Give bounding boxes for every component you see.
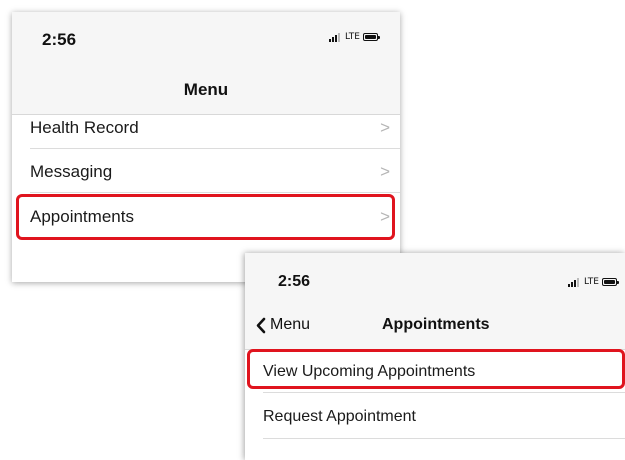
nav-bar: Menu Appointments — [245, 303, 625, 350]
highlight-box-view-upcoming — [247, 349, 625, 389]
battery-icon — [602, 278, 619, 286]
appointments-screen: 2:56 LTE Menu Appointments View Upcoming… — [245, 253, 625, 460]
menu-item-messaging[interactable]: Messaging > — [30, 162, 390, 192]
chevron-right-icon: > — [380, 118, 390, 137]
status-time: 2:56 — [278, 273, 311, 290]
page-title: Appointments — [382, 316, 490, 333]
status-indicators: LTE — [568, 277, 619, 287]
battery-icon — [363, 33, 380, 41]
chevron-left-icon — [256, 317, 266, 333]
status-indicators: LTE — [329, 32, 380, 42]
divider — [263, 438, 625, 439]
menu-item-health-record[interactable]: Health Record > — [30, 118, 390, 148]
menu-item-label: Messaging — [30, 162, 113, 181]
chevron-right-icon: > — [380, 162, 390, 181]
menu-item-request-appointment[interactable]: Request Appointment — [263, 408, 613, 434]
network-label: LTE — [584, 277, 599, 287]
back-button[interactable]: Menu — [255, 316, 310, 334]
tutorial-canvas: 2:56 LTE Menu Health Record > Messaging … — [0, 0, 625, 460]
network-label: LTE — [345, 32, 360, 42]
status-bar: 2:56 LTE — [12, 12, 400, 68]
nav-bar: Menu — [12, 68, 400, 115]
menu-screen: 2:56 LTE Menu Health Record > Messaging … — [12, 12, 400, 282]
divider — [263, 392, 625, 393]
signal-icon — [329, 32, 341, 42]
menu-item-label: Request Appointment — [263, 408, 416, 425]
divider — [30, 192, 400, 193]
menu-item-label: Health Record — [30, 118, 139, 137]
back-label: Menu — [270, 316, 311, 333]
status-bar: 2:56 LTE — [245, 253, 625, 303]
divider — [30, 148, 400, 149]
highlight-box-appointments — [16, 194, 395, 240]
status-time: 2:56 — [42, 30, 77, 49]
signal-icon — [568, 277, 580, 287]
page-title: Menu — [183, 80, 229, 99]
